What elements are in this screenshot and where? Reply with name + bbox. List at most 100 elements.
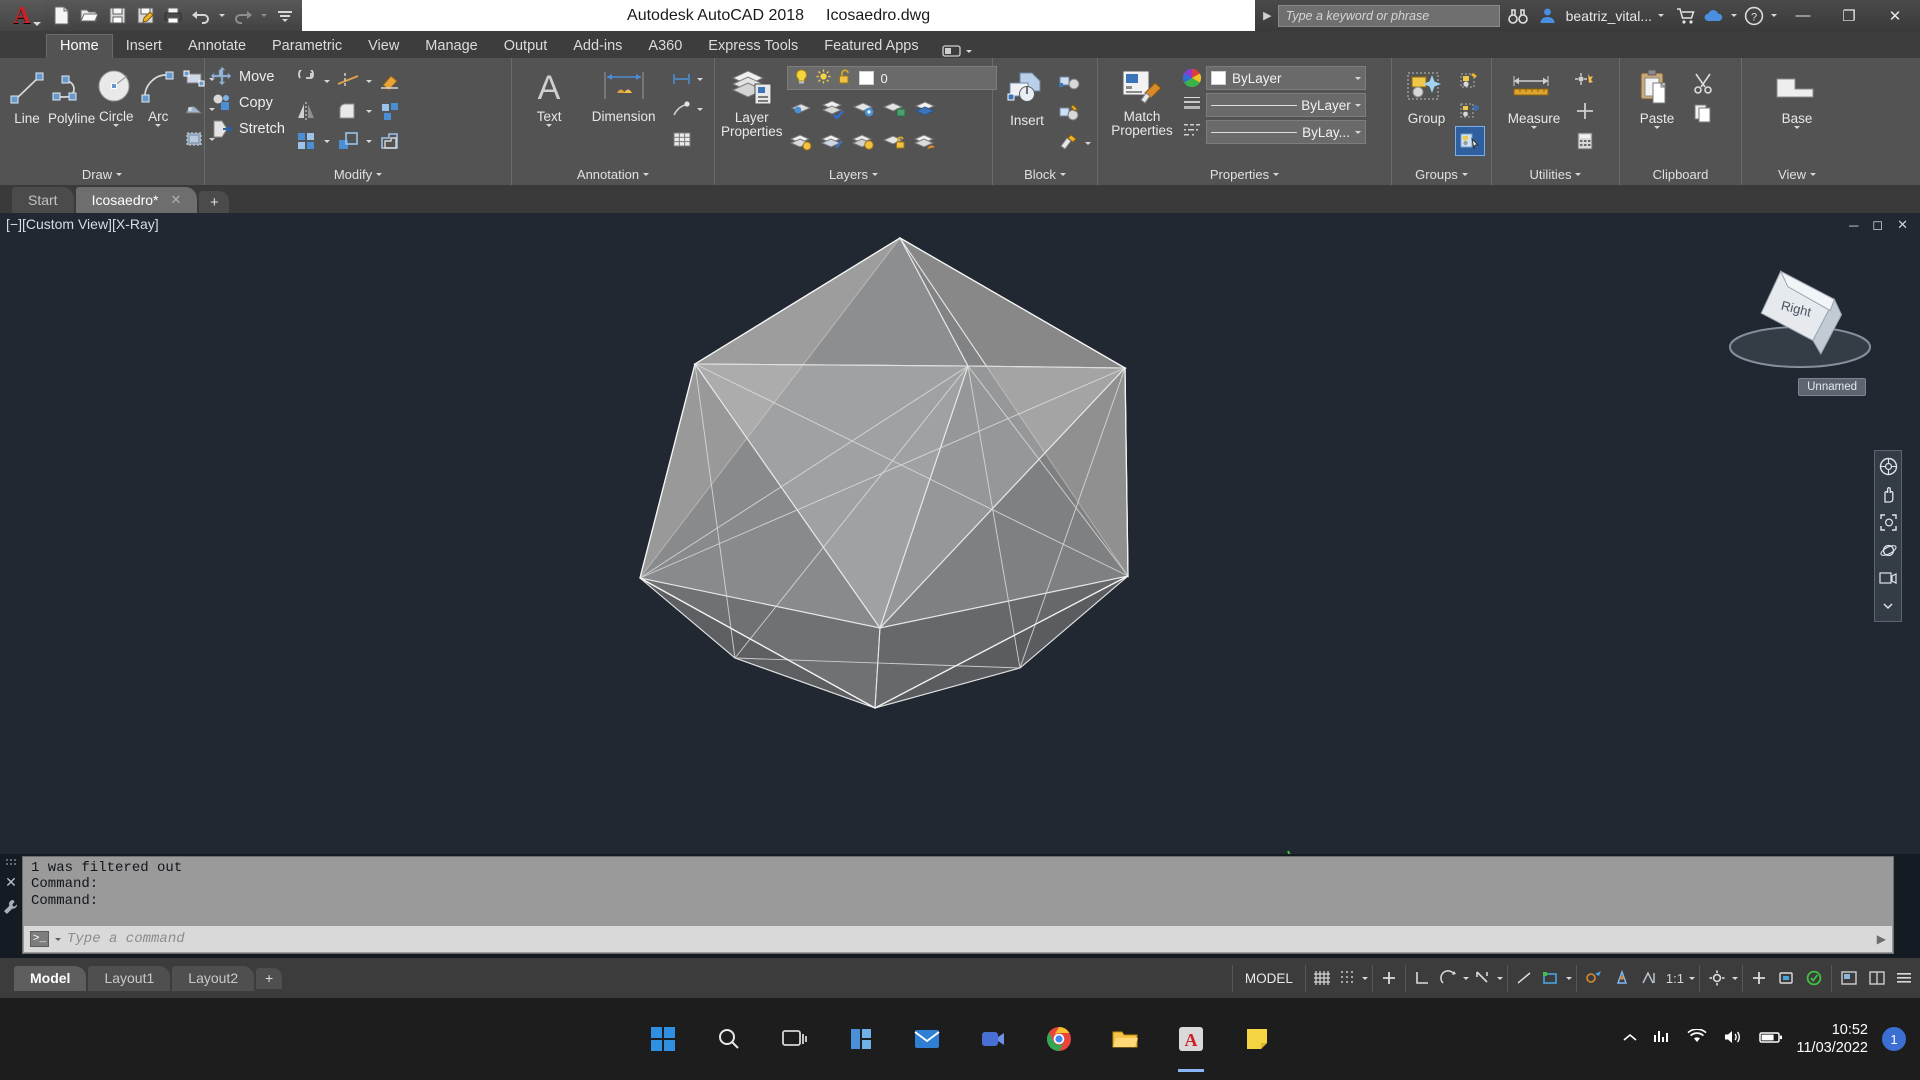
close-icon[interactable]: ✕ bbox=[5, 874, 17, 891]
audio-eq-icon[interactable] bbox=[1653, 1029, 1671, 1050]
layer-states-icon[interactable] bbox=[849, 126, 879, 156]
polar-tracking-icon[interactable] bbox=[1436, 965, 1461, 991]
panel-modify-chevron-icon[interactable] bbox=[376, 172, 383, 176]
block-chevron-icon[interactable] bbox=[1085, 141, 1091, 145]
mail-icon[interactable] bbox=[905, 1017, 949, 1061]
base-view-button[interactable]: Base bbox=[1763, 68, 1831, 130]
ribbon-extra-chevron-icon[interactable] bbox=[965, 49, 972, 53]
binoculars-icon[interactable] bbox=[1506, 5, 1530, 27]
new-file-tab-button[interactable]: + bbox=[199, 191, 230, 213]
save-icon[interactable] bbox=[104, 3, 130, 29]
layer-match-icon[interactable] bbox=[818, 126, 848, 156]
minimize-window-button[interactable]: — bbox=[1780, 0, 1826, 31]
unlock-icon[interactable] bbox=[838, 68, 852, 88]
cut-icon[interactable] bbox=[1688, 68, 1718, 98]
group-selection-icon[interactable] bbox=[1455, 126, 1485, 156]
user-menu-chevron-icon[interactable] bbox=[1658, 14, 1664, 17]
command-history-chevron-icon[interactable] bbox=[55, 937, 61, 941]
paste-chevron-icon[interactable] bbox=[1654, 126, 1660, 130]
layout-config-icon[interactable] bbox=[1864, 965, 1890, 991]
new-file-icon[interactable] bbox=[48, 3, 74, 29]
status-menu-icon[interactable] bbox=[1892, 965, 1916, 991]
draw-circle-button[interactable]: Circle bbox=[95, 64, 137, 128]
ribbon-tab-view[interactable]: View bbox=[355, 34, 412, 58]
ribbon-tab-manage[interactable]: Manage bbox=[412, 34, 490, 58]
ribbon-panel-switch[interactable] bbox=[932, 44, 982, 58]
plot-icon[interactable] bbox=[160, 3, 186, 29]
lightbulb-icon[interactable] bbox=[794, 68, 809, 88]
ribbon-tab-annotate[interactable]: Annotate bbox=[175, 34, 259, 58]
panel-layers-chevron-icon[interactable] bbox=[872, 172, 879, 176]
model-paper-toggle[interactable]: MODEL bbox=[1237, 971, 1301, 986]
ribbon-tab-output[interactable]: Output bbox=[491, 34, 561, 58]
array-icon[interactable] bbox=[291, 126, 321, 156]
ungroup-icon[interactable] bbox=[1455, 66, 1485, 96]
battery-icon[interactable] bbox=[1758, 1030, 1783, 1049]
scale-chevron-icon[interactable] bbox=[1689, 976, 1695, 980]
table-icon[interactable] bbox=[667, 124, 697, 154]
command-line-panel[interactable]: 1 was filtered out Command: Command: >_ … bbox=[22, 856, 1894, 954]
draw-polyline-button[interactable]: Polyline bbox=[48, 64, 95, 126]
ucs-name-label[interactable]: Unnamed bbox=[1798, 378, 1866, 396]
navbar-more-icon[interactable] bbox=[1877, 595, 1899, 617]
volume-icon[interactable] bbox=[1723, 1029, 1743, 1050]
group-button[interactable]: Group bbox=[1398, 66, 1455, 126]
navigation-bar[interactable] bbox=[1874, 450, 1902, 622]
linetype-combo[interactable]: ByLay... bbox=[1206, 120, 1366, 144]
ribbon-tab-addins[interactable]: Add-ins bbox=[560, 34, 635, 58]
annotation-dimension-button[interactable]: Dimension bbox=[580, 64, 667, 124]
draw-circle-chevron-icon[interactable] bbox=[113, 124, 120, 128]
workspace-chevron-icon[interactable] bbox=[1732, 976, 1738, 980]
current-layer-control[interactable]: 0 bbox=[786, 66, 997, 90]
file-tab-icosaedro[interactable]: Icosaedro* ✕ bbox=[75, 187, 198, 213]
calculator-icon[interactable] bbox=[1570, 126, 1600, 156]
layout-tab-model[interactable]: Model bbox=[14, 965, 87, 991]
chrome-icon[interactable] bbox=[1037, 1017, 1081, 1061]
help-icon[interactable]: ? bbox=[1740, 3, 1768, 29]
base-view-chevron-icon[interactable] bbox=[1794, 126, 1800, 130]
edit-attribute-icon[interactable] bbox=[1055, 128, 1085, 158]
panel-title-utilities[interactable]: Utilities bbox=[1492, 163, 1619, 185]
scale-chevron-icon[interactable] bbox=[363, 126, 375, 156]
layer-freeze-icon[interactable] bbox=[849, 93, 879, 123]
orbit-icon[interactable] bbox=[1877, 539, 1899, 561]
match-properties-button[interactable]: Match Properties bbox=[1104, 64, 1180, 138]
panel-title-draw[interactable]: Draw bbox=[0, 163, 204, 185]
pan-hand-icon[interactable] bbox=[1877, 483, 1899, 505]
annotation-scale-label[interactable]: 1:1 bbox=[1663, 965, 1687, 991]
paste-button[interactable]: Paste bbox=[1626, 66, 1688, 130]
cart-icon[interactable] bbox=[1672, 3, 1700, 29]
color-wheel-icon[interactable] bbox=[1182, 66, 1202, 90]
dim-style-chevron-icon[interactable] bbox=[697, 77, 703, 81]
search-input[interactable]: Type a keyword or phrase bbox=[1277, 4, 1500, 27]
point-id-icon[interactable] bbox=[1570, 96, 1600, 126]
grid-display-icon[interactable] bbox=[1310, 965, 1334, 991]
mirror-icon[interactable] bbox=[291, 96, 321, 126]
application-menu-button[interactable]: A bbox=[0, 0, 44, 31]
ribbon-tab-express-tools[interactable]: Express Tools bbox=[695, 34, 811, 58]
layer-lock-icon[interactable] bbox=[880, 93, 910, 123]
linetype-icon[interactable] bbox=[1182, 118, 1202, 142]
panel-view-chevron-icon[interactable] bbox=[1809, 172, 1816, 176]
drawing-canvas[interactable]: [−][Custom View][X-Ray] ─ ◻ ✕ Right Unna… bbox=[0, 213, 1920, 854]
measure-chevron-icon[interactable] bbox=[1531, 126, 1537, 130]
layer-off-icon[interactable] bbox=[787, 126, 817, 156]
isolate-objects-icon[interactable] bbox=[1801, 965, 1827, 991]
show-hidden-icons-icon[interactable] bbox=[1622, 1030, 1637, 1048]
snap-mode-icon[interactable] bbox=[1336, 965, 1360, 991]
close-window-button[interactable]: ✕ bbox=[1872, 0, 1918, 31]
open-file-icon[interactable] bbox=[76, 3, 102, 29]
redo-dropdown-icon[interactable] bbox=[258, 3, 270, 29]
panel-title-layers[interactable]: Layers bbox=[715, 163, 992, 185]
modify-move-button[interactable]: Move bbox=[211, 66, 285, 88]
sticky-notes-icon[interactable] bbox=[1235, 1017, 1279, 1061]
layer-unlock-icon[interactable] bbox=[880, 126, 910, 156]
trim-icon[interactable] bbox=[333, 66, 363, 96]
mirror-chevron-icon[interactable] bbox=[321, 96, 333, 126]
panel-annotation-chevron-icon[interactable] bbox=[643, 172, 650, 176]
scale-icon[interactable] bbox=[333, 126, 363, 156]
search-icon[interactable] bbox=[707, 1017, 751, 1061]
annotation-text-button[interactable]: A Text bbox=[518, 64, 580, 128]
dim-style-icon[interactable] bbox=[667, 64, 697, 94]
infocenter-expand-icon[interactable]: ▶ bbox=[1263, 9, 1271, 22]
